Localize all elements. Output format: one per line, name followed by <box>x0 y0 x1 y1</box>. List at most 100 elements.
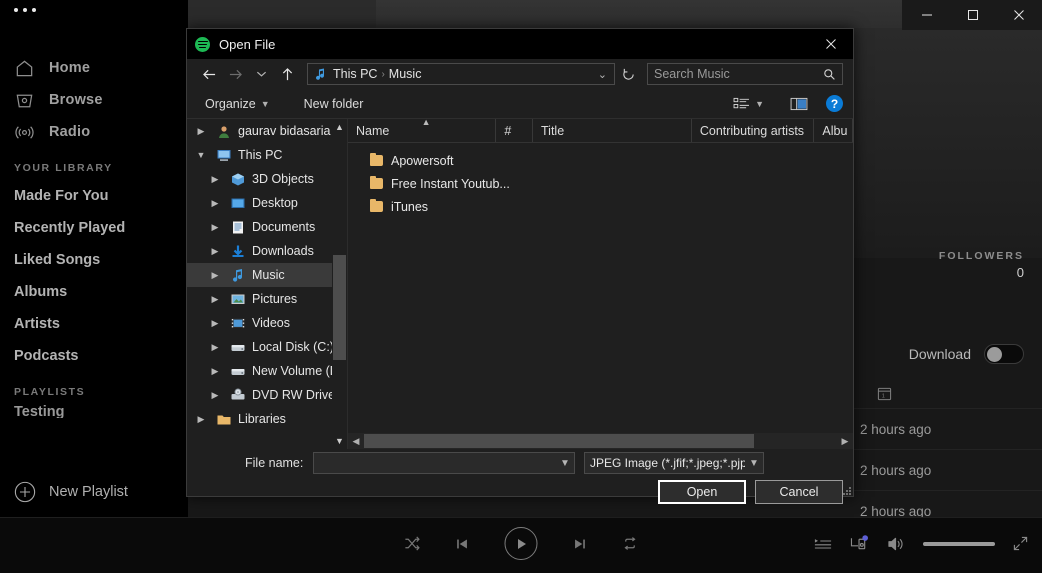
column-header-title[interactable]: Title <box>533 119 692 142</box>
sidebar-item-radio[interactable]: Radio <box>0 116 188 148</box>
chevron-right-icon[interactable]: ▶ <box>207 174 223 185</box>
connect-device-button[interactable] <box>850 535 869 552</box>
organize-button[interactable]: Organize ▼ <box>197 92 278 116</box>
column-header-contributing-artists[interactable]: Contributing artists <box>692 119 815 142</box>
tree-item-music[interactable]: ▶ Music <box>187 263 347 287</box>
file-list-item[interactable]: Apowersoft <box>348 149 853 172</box>
back-button[interactable] <box>197 62 221 86</box>
sidebar-item-home[interactable]: Home <box>0 52 188 84</box>
search-input[interactable]: Search Music <box>647 63 843 85</box>
file-name-input[interactable]: ▼ <box>313 452 575 474</box>
tree-item-downloads[interactable]: ▶ Downloads <box>187 239 347 263</box>
sidebar-item-albums[interactable]: Albums <box>0 276 188 308</box>
minimize-icon[interactable] <box>904 0 950 30</box>
tree-item-libraries[interactable]: ▶ Libraries <box>187 407 347 431</box>
fullscreen-button[interactable] <box>1013 536 1028 551</box>
chevron-right-icon[interactable]: ▶ <box>207 294 223 305</box>
close-icon[interactable] <box>809 29 853 59</box>
column-header-albu[interactable]: Albu <box>814 119 853 142</box>
chevron-right-icon[interactable]: ▶ <box>207 222 223 233</box>
breadcrumb-item[interactable]: Music <box>389 67 422 81</box>
tree-item-dvd-rw-drive[interactable]: ▶ DVD RW Drive <box>187 383 347 407</box>
player-bar <box>0 517 1042 573</box>
recent-locations-button[interactable] <box>249 62 273 86</box>
chevron-right-icon[interactable]: ▶ <box>207 390 223 401</box>
tree-scrollbar[interactable] <box>332 135 347 433</box>
tree-item-3d-objects[interactable]: ▶ 3D Objects <box>187 167 347 191</box>
chevron-right-icon[interactable]: ▶ <box>207 270 223 281</box>
chevron-down-icon[interactable]: ▼ <box>193 150 209 160</box>
open-button[interactable]: Open <box>658 480 746 504</box>
tree-item-gaurav-bidasaria[interactable]: ▶ gaurav bidasaria <box>187 119 347 143</box>
sidebar-item-label: Radio <box>49 124 91 140</box>
chevron-right-icon[interactable]: ▶ <box>207 198 223 209</box>
close-icon[interactable] <box>996 0 1042 30</box>
sidebar-item-podcasts[interactable]: Podcasts <box>0 340 188 372</box>
chevron-down-icon[interactable]: ⌄ <box>591 68 614 81</box>
scroll-up-button[interactable]: ▲ <box>332 119 347 135</box>
refresh-icon[interactable] <box>617 63 639 85</box>
tree-item-this-pc[interactable]: ▼ This PC <box>187 143 347 167</box>
chevron-right-icon[interactable]: ▶ <box>207 342 223 353</box>
tree-item-local-disk-c[interactable]: ▶ Local Disk (C:) <box>187 335 347 359</box>
change-view-button[interactable]: ▼ <box>725 92 772 116</box>
column-header-name[interactable]: ▲ Name <box>348 119 497 142</box>
chevron-right-icon[interactable]: ▶ <box>207 246 223 257</box>
previous-button[interactable] <box>455 536 471 552</box>
file-list-item[interactable]: iTunes <box>348 195 853 218</box>
maximize-icon[interactable] <box>950 0 996 30</box>
volume-slider[interactable] <box>923 541 995 546</box>
new-playlist-label: New Playlist <box>49 484 128 500</box>
forward-button[interactable] <box>223 62 247 86</box>
column-header-[interactable]: # <box>496 119 534 142</box>
chevron-right-icon[interactable]: ▶ <box>207 366 223 377</box>
hscroll-thumb[interactable] <box>364 434 754 448</box>
music-icon <box>229 267 246 283</box>
download-toggle[interactable] <box>984 344 1024 364</box>
chevron-down-icon[interactable]: ▼ <box>556 458 574 469</box>
chevron-right-icon[interactable]: ▶ <box>193 414 209 425</box>
scroll-down-button[interactable]: ▼ <box>332 433 347 449</box>
play-button[interactable] <box>504 527 538 560</box>
cancel-button[interactable]: Cancel <box>755 480 843 504</box>
tree-item-desktop[interactable]: ▶ Desktop <box>187 191 347 215</box>
repeat-button[interactable] <box>622 535 639 552</box>
queue-button[interactable] <box>814 536 832 551</box>
tree-item-new-volume-d[interactable]: ▶ New Volume (D <box>187 359 347 383</box>
tree-item-pictures[interactable]: ▶ Pictures <box>187 287 347 311</box>
breadcrumb[interactable]: This PC › Music ⌄ <box>307 63 615 85</box>
breadcrumb-item[interactable]: This PC <box>333 67 377 81</box>
preview-pane-button[interactable] <box>782 92 816 116</box>
new-playlist-button[interactable]: New Playlist <box>0 481 128 503</box>
list-item[interactable]: 2 hours ago <box>842 408 1042 449</box>
tree-item-videos[interactable]: ▶ Videos <box>187 311 347 335</box>
list-item[interactable]: 2 hours ago <box>842 449 1042 490</box>
tree-scrollbar-thumb[interactable] <box>333 255 346 360</box>
tree-item-label: Downloads <box>252 244 314 258</box>
file-type-dropdown[interactable]: JPEG Image (*.jfif;*.jpeg;*.pjp;*. ▼ <box>584 452 764 474</box>
sidebar-item-liked-songs[interactable]: Liked Songs <box>0 244 188 276</box>
sidebar-item-browse[interactable]: Browse <box>0 84 188 116</box>
up-button[interactable] <box>275 62 299 86</box>
file-name-label: Apowersoft <box>391 153 454 168</box>
resize-grip[interactable] <box>841 485 851 495</box>
shuffle-button[interactable] <box>404 535 421 552</box>
help-icon[interactable]: ? <box>826 95 843 112</box>
file-name-field[interactable] <box>314 456 556 470</box>
volume-button[interactable] <box>887 536 905 552</box>
tree-item-label: This PC <box>238 148 283 162</box>
sidebar-item-artists[interactable]: Artists <box>0 308 188 340</box>
next-button[interactable] <box>572 536 588 552</box>
playlist-item[interactable]: Testing <box>0 404 188 418</box>
chevron-right-icon[interactable]: ▶ <box>207 318 223 329</box>
dialog-titlebar[interactable]: Open File <box>187 29 853 59</box>
tree-item-documents[interactable]: ▶ Documents <box>187 215 347 239</box>
chevron-right-icon[interactable]: ▶ <box>193 126 209 137</box>
new-folder-button[interactable]: New folder <box>296 92 372 116</box>
more-options-icon[interactable] <box>14 8 36 12</box>
sidebar-item-recently-played[interactable]: Recently Played <box>0 212 188 244</box>
radio-icon <box>15 125 34 139</box>
playlists-header: PLAYLISTS <box>14 386 86 398</box>
sidebar-item-made-for-you[interactable]: Made For You <box>0 180 188 212</box>
file-list-item[interactable]: Free Instant Youtub... <box>348 172 853 195</box>
